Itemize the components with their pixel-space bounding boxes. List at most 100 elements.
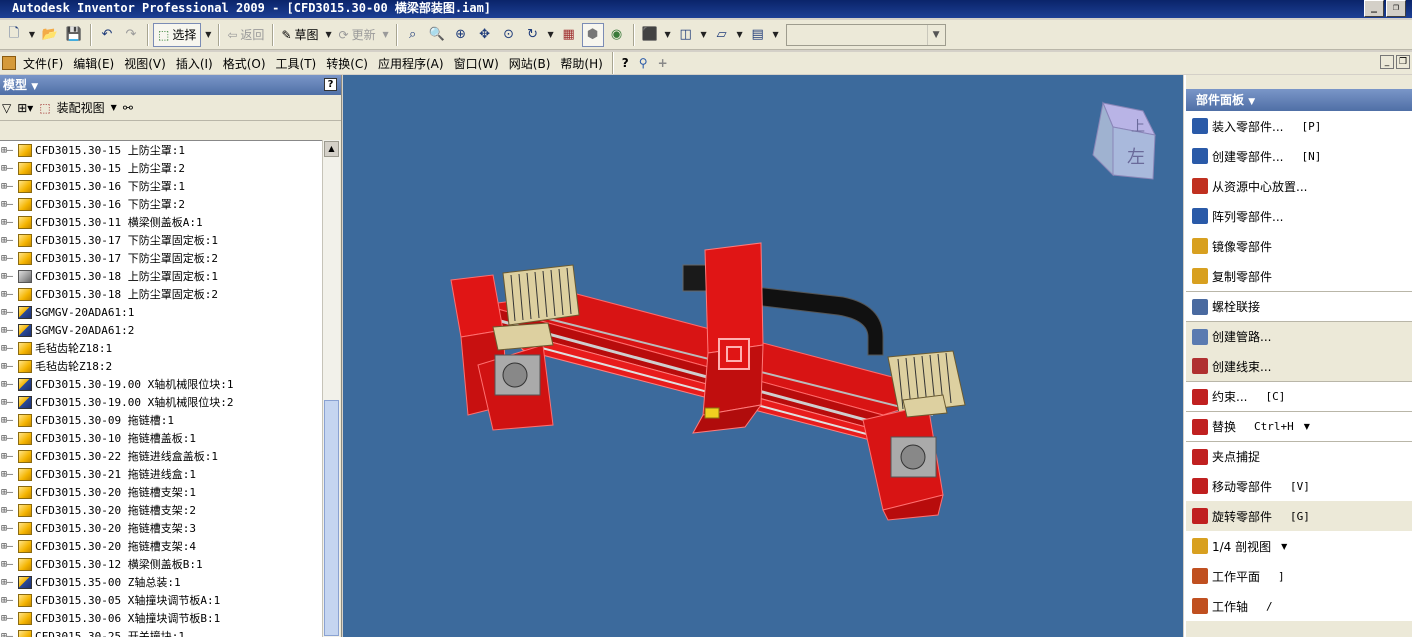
parts-command[interactable]: 装入零部件... [P] — [1186, 111, 1412, 141]
ground-shadow-icon[interactable]: ◉ — [606, 23, 628, 47]
redo-icon[interactable]: ↷ — [120, 23, 142, 47]
select-dropdown[interactable]: ▼ — [203, 23, 213, 47]
tree-row[interactable]: ⊞— CFD3015.30-21 拖链进线盒:1 — [0, 465, 322, 483]
expand-icon[interactable]: ⊞— — [0, 181, 18, 192]
expand-icon[interactable]: ⊞— — [0, 487, 18, 498]
menu-window[interactable]: 窗口(W) — [449, 55, 504, 72]
menu-insert[interactable]: 插入(I) — [171, 55, 218, 72]
tree-row[interactable]: ⊞— SGMGV-20ADA61:1 — [0, 303, 322, 321]
expand-icon[interactable]: ⊞— — [0, 163, 18, 174]
expand-icon[interactable]: ⊞— — [0, 289, 18, 300]
tree-row[interactable]: ⊞— CFD3015.30-22 拖链进线盒盖板:1 — [0, 447, 322, 465]
tree-row[interactable]: ⊞— CFD3015.30-15 上防尘罩:2 — [0, 159, 322, 177]
tree-row[interactable]: ⊞— SGMGV-20ADA61:2 — [0, 321, 322, 339]
calendar-icon[interactable]: ▦ — [558, 23, 580, 47]
filter-icon[interactable]: ▽ — [2, 101, 11, 115]
parts-command[interactable]: 创建零部件... [N] — [1186, 141, 1412, 171]
menu-edit[interactable]: 编辑(E) — [68, 55, 119, 72]
parts-command[interactable]: 复制零部件 — [1186, 261, 1412, 291]
graphics-viewport[interactable]: 上 左 — [343, 75, 1183, 637]
model-tree-scrollbar[interactable]: ▲ — [322, 140, 340, 637]
orbit-icon[interactable]: ↻ — [522, 23, 544, 47]
expand-icon[interactable]: ⊞— — [0, 361, 18, 372]
parts-command[interactable]: 创建管路... — [1186, 321, 1412, 351]
parts-command[interactable]: 工作轴 / — [1186, 591, 1412, 621]
select-button[interactable]: ⬚ 选择 — [153, 22, 202, 47]
sketch-dropdown[interactable]: ▼ — [324, 23, 334, 47]
app-doc-icon[interactable] — [2, 56, 16, 70]
expand-icon[interactable]: ⊞— — [0, 433, 18, 444]
tree-row[interactable]: ⊞— CFD3015.30-25 开关撞块:1 — [0, 627, 322, 637]
return-button[interactable]: ⇦ 返回 — [224, 23, 267, 47]
parts-command[interactable]: 夹点捕捉 — [1186, 441, 1412, 471]
tree-row[interactable]: ⊞— CFD3015.30-18 上防尘罩固定板:1 — [0, 267, 322, 285]
expand-icon[interactable]: ⊞— — [0, 145, 18, 156]
parts-command[interactable]: 创建线束... — [1186, 351, 1412, 381]
sketch-button[interactable]: ✎ 草图 — [278, 23, 321, 47]
doc-restore-button[interactable]: ❐ — [1396, 55, 1410, 69]
tree-row[interactable]: ⊞— CFD3015.30-20 拖链槽支架:4 — [0, 537, 322, 555]
parts-command[interactable]: 替换 Ctrl+H ▼ — [1186, 411, 1412, 441]
open-file-icon[interactable]: 📂 — [39, 23, 61, 47]
tree-view-icon[interactable]: ⊞▾ — [17, 101, 33, 115]
expand-icon[interactable]: ⊞— — [0, 271, 18, 282]
parts-command[interactable]: 移动零部件 [V] — [1186, 471, 1412, 501]
expand-icon[interactable]: ⊞— — [0, 253, 18, 264]
zoom-all-icon[interactable]: ⌕ — [402, 23, 424, 47]
expand-icon[interactable]: ⊞— — [0, 613, 18, 624]
menu-applications[interactable]: 应用程序(A) — [373, 55, 449, 72]
menu-help[interactable]: 帮助(H) — [555, 55, 607, 72]
restore-button[interactable]: ❐ — [1386, 0, 1406, 17]
tree-row[interactable]: ⊞— CFD3015.30-20 拖链槽支架:1 — [0, 483, 322, 501]
expand-icon[interactable]: ⊞— — [0, 523, 18, 534]
save-icon[interactable]: 💾 — [63, 23, 85, 47]
expand-icon[interactable]: ⊞— — [0, 541, 18, 552]
expand-icon[interactable]: ⊞— — [0, 505, 18, 516]
tree-row[interactable]: ⊞— CFD3015.30-16 下防尘罩:2 — [0, 195, 322, 213]
tree-row[interactable]: ⊞— 毛毡齿轮Z18:1 — [0, 339, 322, 357]
zoom-icon[interactable]: 🔍 — [426, 23, 448, 47]
zoom-selected-icon[interactable]: ⊙ — [498, 23, 520, 47]
expand-icon[interactable]: ⊞— — [0, 217, 18, 228]
work-plane-icon[interactable]: ▱ — [711, 23, 733, 47]
chevron-down-icon[interactable]: ▼ — [1304, 422, 1310, 431]
new-file-dropdown[interactable]: ▼ — [27, 23, 37, 47]
menu-web[interactable]: 网站(B) — [504, 55, 556, 72]
parts-command[interactable]: 从资源中心放置... — [1186, 171, 1412, 201]
chevron-down-icon[interactable]: ▼ — [1281, 542, 1287, 551]
expand-icon[interactable]: ⊞— — [0, 379, 18, 390]
model-panel-header[interactable]: 模型 ▼ ? — [0, 75, 341, 95]
tree-row[interactable]: ⊞— CFD3015.30-20 拖链槽支架:2 — [0, 501, 322, 519]
expand-icon[interactable]: ⊞— — [0, 451, 18, 462]
parts-panel-header[interactable]: 部件面板 ▼ — [1186, 89, 1412, 111]
parts-command[interactable]: 镜像零部件 — [1186, 231, 1412, 261]
tree-row[interactable]: ⊞— CFD3015.30-12 横梁侧盖板B:1 — [0, 555, 322, 573]
orbit-dropdown[interactable]: ▼ — [546, 23, 556, 47]
minimize-button[interactable]: _ — [1364, 0, 1384, 17]
expand-icon[interactable]: ⊞— — [0, 397, 18, 408]
view-cube-dropdown[interactable]: ▼ — [663, 23, 673, 47]
shaded-display-icon[interactable]: ⬢ — [581, 22, 604, 47]
view-cube-icon[interactable]: ⬛ — [639, 23, 661, 47]
scroll-up-icon[interactable]: ▲ — [324, 141, 339, 157]
chevron-down-icon[interactable]: ▼ — [111, 103, 117, 112]
plus-icon[interactable]: + — [653, 56, 673, 70]
undo-icon[interactable]: ↶ — [96, 23, 118, 47]
expand-icon[interactable]: ⊞— — [0, 469, 18, 480]
expand-icon[interactable]: ⊞— — [0, 235, 18, 246]
update-button[interactable]: ⟳ 更新 — [336, 23, 379, 47]
tree-row[interactable]: ⊞— CFD3015.30-18 上防尘罩固定板:2 — [0, 285, 322, 303]
tree-row[interactable]: ⊞— CFD3015.35-00 Z轴总装:1 — [0, 573, 322, 591]
expand-icon[interactable]: ⊞— — [0, 199, 18, 210]
expand-icon[interactable]: ⊞— — [0, 325, 18, 336]
menu-convert[interactable]: 转换(C) — [321, 55, 373, 72]
help-topic-icon[interactable]: ? — [617, 56, 634, 70]
parts-command[interactable]: 螺栓联接 — [1186, 291, 1412, 321]
color-style-icon[interactable]: ▤ — [747, 23, 769, 47]
section-view-dropdown[interactable]: ▼ — [699, 23, 709, 47]
color-style-dropdown[interactable]: ▼ — [771, 23, 781, 47]
tree-row[interactable]: ⊞— CFD3015.30-10 拖链槽盖板:1 — [0, 429, 322, 447]
expand-icon[interactable]: ⊞— — [0, 559, 18, 570]
whats-this-icon[interactable]: ⚲ — [634, 56, 653, 70]
new-file-icon[interactable]: 🗋 — [3, 23, 25, 47]
